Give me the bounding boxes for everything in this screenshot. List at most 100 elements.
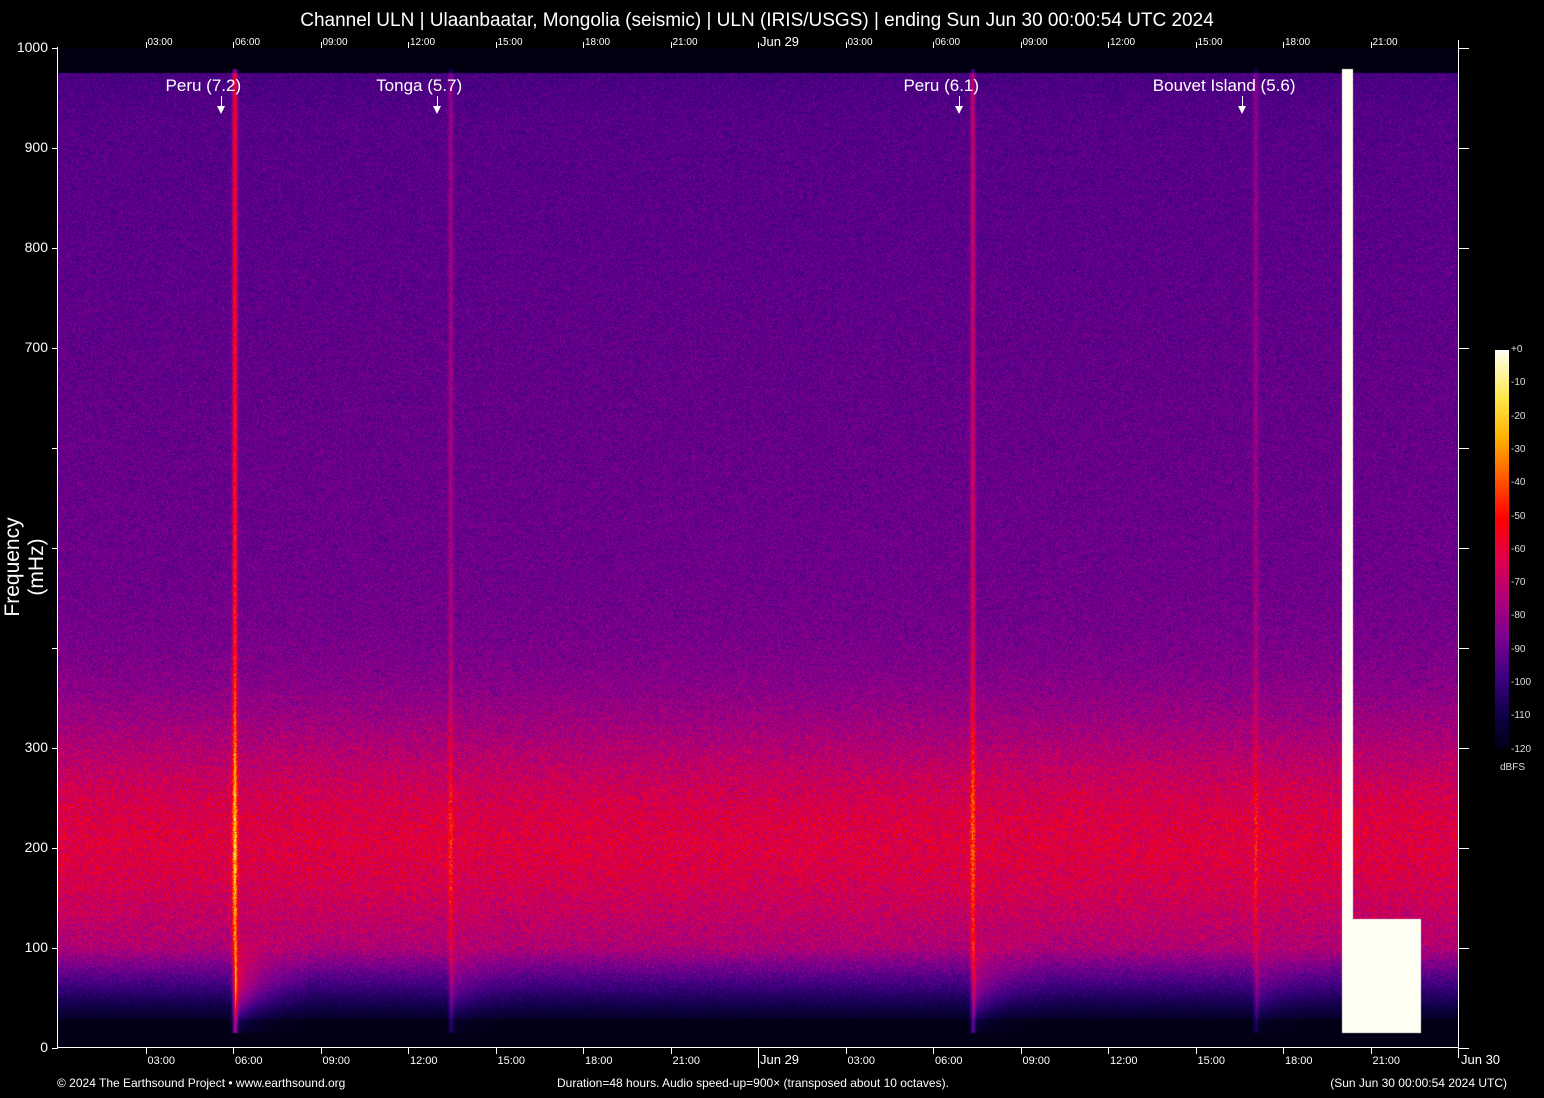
x-tick-label-top: 18:00 [585, 37, 611, 48]
colorbar-tick-label: -20 [1511, 410, 1526, 422]
colorbar-tick-label: -60 [1511, 543, 1526, 555]
colorbar-tick-label: -120 [1511, 743, 1532, 755]
y-axis-label: Frequency (mHz) [1, 517, 48, 617]
y-tick [52, 248, 58, 249]
x-tick-top [408, 42, 409, 48]
x-tick-label: 15:00 [497, 1055, 526, 1067]
x-tick-label-top: 18:00 [1285, 37, 1311, 48]
x-tick-label: Jun 29 [760, 1052, 800, 1067]
event-label: Peru (7.2) [165, 76, 242, 95]
x-tick-label: 18:00 [1285, 1055, 1313, 1067]
y-tick-right [1459, 948, 1469, 949]
x-tick-label: 12:00 [410, 1055, 438, 1067]
y-tick [52, 648, 58, 649]
event-arrow-icon [217, 106, 226, 114]
x-tick [758, 1048, 759, 1068]
y-tick-label: 200 [24, 839, 48, 855]
y-tick-right [1459, 148, 1469, 149]
y-tick-right [1459, 1048, 1469, 1049]
end-marker-line [1458, 40, 1459, 1058]
event-arrow-stem [959, 96, 961, 106]
x-tick-top [145, 42, 147, 48]
colorbar [1495, 350, 1509, 750]
x-tick-top [583, 42, 584, 48]
x-tick-top [1283, 42, 1284, 48]
x-tick [583, 1048, 584, 1054]
x-tick-label-top: 06:00 [235, 37, 261, 48]
x-tick [495, 1048, 497, 1054]
y-tick [52, 548, 58, 549]
event-label: Peru (6.1) [903, 76, 980, 95]
x-tick-top [1108, 42, 1109, 48]
event-arrow-stem [437, 96, 439, 106]
y-tick-right [1459, 748, 1469, 749]
end-time: (Sun Jun 30 00:00:54 2024 UTC) [1330, 1076, 1507, 1090]
x-tick-label-top: 15:00 [497, 37, 523, 48]
event-arrow-stem [1242, 96, 1244, 106]
colorbar-tick-label: -30 [1511, 443, 1526, 455]
event-arrow-icon [1238, 106, 1247, 114]
event-label: Bouvet Island (5.6) [1152, 76, 1296, 95]
x-tick-label: 21:00 [672, 1055, 701, 1067]
x-tick [408, 1048, 409, 1054]
x-tick-label: 09:00 [322, 1055, 351, 1067]
event-label: Tonga (5.7) [376, 76, 463, 95]
x-tick-label: 21:00 [1372, 1055, 1401, 1067]
x-tick [670, 1048, 672, 1054]
x-tick-label-top: 15:00 [1197, 37, 1223, 48]
y-tick [52, 148, 58, 149]
colorbar-tick-label: -40 [1511, 477, 1526, 489]
y-tick-right [1459, 248, 1469, 249]
x-tick-label: 15:00 [1197, 1055, 1226, 1067]
x-tick-label: 09:00 [1022, 1055, 1051, 1067]
y-tick [52, 348, 58, 349]
y-tick-right [1459, 548, 1469, 549]
y-tick-right [1459, 648, 1469, 649]
duration-info: Duration=48 hours. Audio speed-up=900× (… [557, 1076, 949, 1090]
colorbar-tick-label: -110 [1511, 710, 1531, 722]
event-arrow-stem [221, 96, 223, 106]
x-tick-label: 03:00 [147, 1055, 176, 1067]
y-tick-label: 1000 [16, 39, 48, 55]
y-tick-label: 700 [24, 339, 48, 355]
x-tick-top [320, 42, 322, 48]
colorbar-tick-label: +0 [1511, 344, 1523, 355]
x-tick-label-top: 12:00 [410, 37, 436, 48]
x-tick-label: 06:00 [235, 1055, 263, 1067]
x-tick-top [670, 42, 672, 48]
x-tick-top [233, 42, 234, 48]
y-tick-right [1459, 448, 1469, 449]
x-tick-top [1370, 42, 1372, 48]
y-tick [52, 948, 58, 949]
y-tick-label: 900 [24, 139, 48, 155]
y-tick [52, 1048, 58, 1049]
x-tick-label-top: 03:00 [147, 37, 173, 48]
colorbar-tick-label: -70 [1511, 577, 1526, 589]
x-tick [845, 1048, 847, 1054]
x-tick-label-top: 21:00 [1372, 37, 1398, 48]
y-tick-label: 0 [40, 1039, 48, 1055]
x-tick [233, 1048, 234, 1054]
colorbar-tick-label: -90 [1511, 643, 1526, 655]
x-tick-top [495, 42, 497, 48]
x-tick-top [1195, 42, 1197, 48]
plot-frame [57, 47, 1458, 1048]
y-tick [52, 48, 58, 49]
x-tick [1370, 1048, 1372, 1054]
x-tick-top [758, 42, 759, 48]
x-tick-label: 06:00 [935, 1055, 963, 1067]
colorbar-tick-label: -10 [1511, 377, 1526, 389]
x-tick [1283, 1048, 1284, 1054]
y-tick-label: 300 [24, 739, 48, 755]
x-tick-label: 12:00 [1110, 1055, 1138, 1067]
x-tick-label-top: 09:00 [322, 37, 348, 48]
y-tick [52, 748, 58, 749]
x-tick-label-top: 03:00 [847, 37, 873, 48]
x-tick-label: 03:00 [847, 1055, 876, 1067]
y-tick-right [1459, 848, 1469, 849]
colorbar-tick-label: -80 [1511, 610, 1526, 622]
x-tick [145, 1048, 147, 1054]
colorbar-tick-label: -100 [1511, 677, 1532, 688]
y-tick-right [1459, 48, 1469, 49]
x-tick [1020, 1048, 1022, 1054]
